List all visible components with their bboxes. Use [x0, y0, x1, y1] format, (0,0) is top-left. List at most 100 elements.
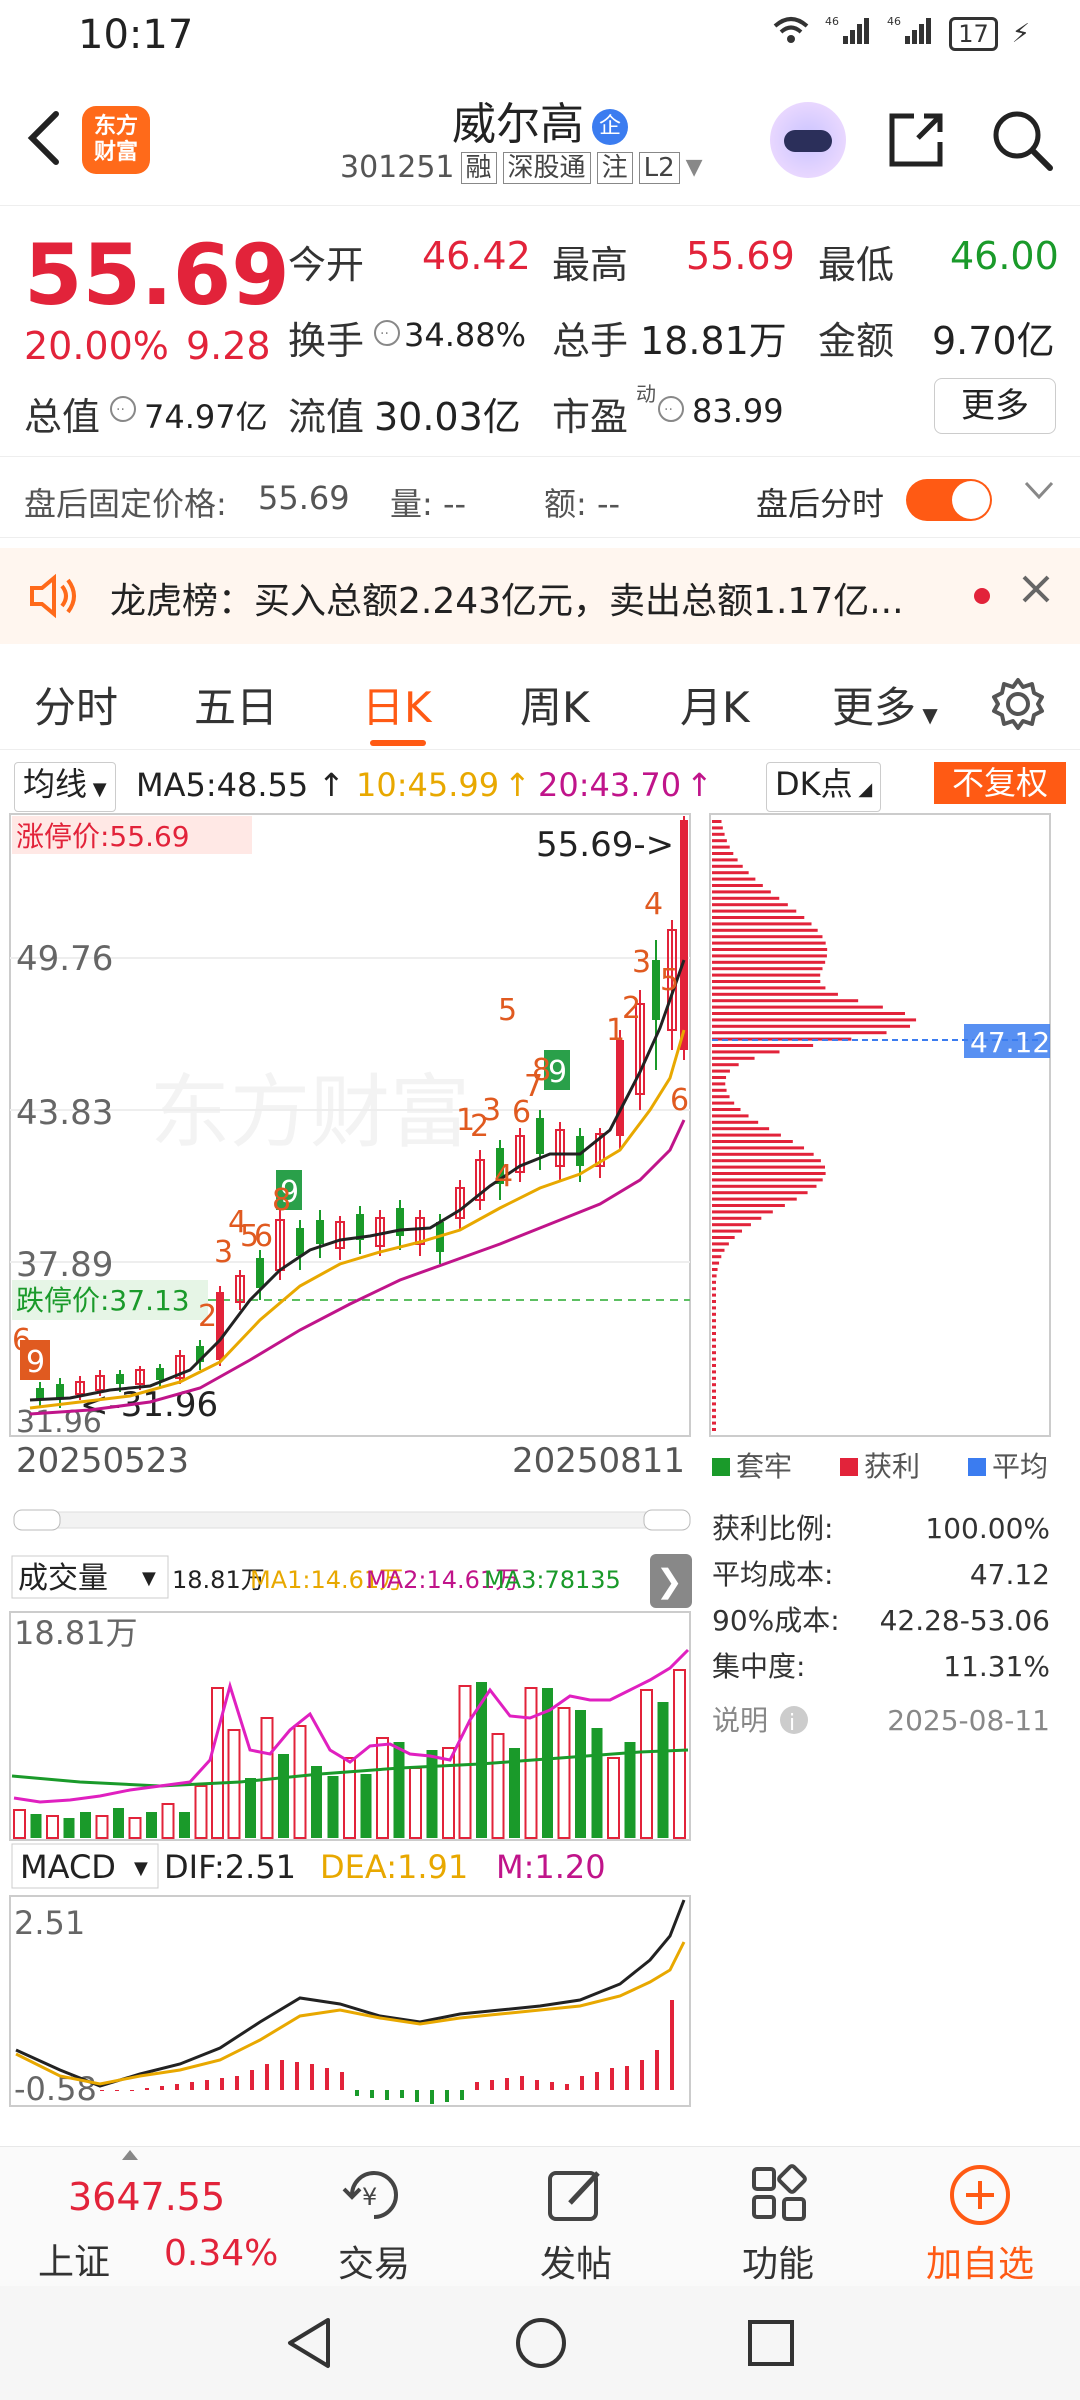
chart-area[interactable]: 东方财富 涨停价:55.69 49.76 43.83 37.89 跌停价:37.…	[0, 810, 1080, 2150]
post-icon[interactable]	[544, 2163, 608, 2231]
nav-trade[interactable]: 交易	[338, 2235, 410, 2287]
status-time: 10:17	[78, 12, 194, 58]
company-badge[interactable]: 企	[592, 109, 628, 145]
stock-name: 威尔高	[452, 99, 584, 150]
chip-bar	[712, 1300, 716, 1303]
nav-recents-icon[interactable]	[746, 2318, 796, 2372]
volume-bar	[640, 1689, 653, 1839]
info-icon[interactable]: ··	[108, 394, 138, 428]
nav-add-watchlist[interactable]: 加自选	[926, 2235, 1034, 2287]
tab-intraday[interactable]: 分时	[34, 674, 118, 735]
volume-bar	[128, 1817, 142, 1839]
chip-bar	[712, 1204, 785, 1207]
gear-icon[interactable]	[990, 676, 1046, 732]
ma-selector[interactable]: 均线 ▼	[14, 762, 116, 812]
volume-bar	[376, 1737, 389, 1839]
tag-level2[interactable]: L2	[638, 151, 680, 184]
adjustment-button[interactable]: 不复权	[934, 762, 1066, 804]
volume-bar	[80, 1812, 91, 1838]
tab-daily-k[interactable]: 日K	[362, 674, 432, 735]
chip-bar	[712, 1229, 743, 1233]
scroll-handle-right[interactable]	[643, 1509, 691, 1531]
chip-bar	[712, 1127, 770, 1131]
chip-bar	[712, 1082, 726, 1086]
chip-bar	[712, 960, 826, 964]
ma-bar: 均线 ▼ MA5:48.55 ↑ 10:45.99 ↑ 20:43.70 ↑ D…	[0, 758, 1080, 812]
change-amount: 9.28	[186, 324, 271, 368]
charging-icon: ⚡	[1011, 18, 1030, 49]
amount-value: 9.70亿	[932, 319, 1055, 363]
assistant-avatar[interactable]	[770, 102, 846, 178]
last-price: 55.69	[24, 226, 290, 324]
y-label-top: 49.76	[16, 939, 113, 979]
bottom-nav: 3647.55 上证 0.34% ¥ 交易 发帖 功能 加自选	[0, 2146, 1080, 2286]
svg-text:··: ··	[116, 402, 125, 418]
chip-bar	[712, 1319, 716, 1323]
macd-bar	[130, 2090, 134, 2091]
scroll-handle-left[interactable]	[13, 1509, 61, 1531]
notice-bar[interactable]: 龙虎榜：买入总额2.243亿元，卖出总额1.17亿...	[0, 548, 1080, 644]
macd-selector[interactable]: MACD	[20, 1848, 116, 1886]
nav-function[interactable]: 功能	[742, 2235, 814, 2287]
tag-margin: 融	[460, 151, 497, 184]
chip-bar	[712, 1101, 735, 1105]
info-icon[interactable]: ··	[372, 318, 402, 352]
tab-more[interactable]: 更多 ▼	[832, 674, 938, 735]
index-value[interactable]: 3647.55	[68, 2175, 225, 2219]
volume-selector[interactable]: 成交量	[18, 1561, 108, 1596]
index-name[interactable]: 上证	[38, 2233, 110, 2285]
chip-bar	[712, 1364, 716, 1367]
chip-bar	[712, 1408, 716, 1412]
chevron-down-icon[interactable]	[1022, 473, 1056, 515]
nav-back-icon[interactable]	[284, 2316, 334, 2374]
chip-bar	[712, 1210, 773, 1214]
tab-weekly-k[interactable]: 周K	[520, 674, 590, 735]
chip-bar	[712, 1415, 716, 1419]
volume-bar	[311, 1766, 322, 1838]
tag-note[interactable]: 注	[596, 151, 633, 184]
volume-bar	[161, 1803, 175, 1839]
chip-bar	[712, 1069, 730, 1073]
chevron-down-icon[interactable]: ▼	[686, 155, 703, 180]
index-pct[interactable]: 0.34%	[164, 2233, 278, 2274]
tag-connect: 深股通	[502, 151, 591, 184]
low-value: 46.00	[950, 234, 1059, 278]
chip-bar	[712, 1152, 814, 1156]
nav-post[interactable]: 发帖	[540, 2235, 612, 2287]
tab-monthly-k[interactable]: 月K	[680, 674, 750, 735]
info-icon[interactable]: ··	[656, 394, 686, 428]
dk-point-selector[interactable]: DK点 ◢	[766, 762, 882, 812]
chip-bar	[712, 1120, 759, 1124]
afterhours-toggle[interactable]	[906, 479, 992, 521]
svg-text:i: i	[789, 1711, 795, 1736]
chip-bar	[712, 1370, 716, 1374]
volume-bar	[458, 1685, 472, 1839]
macd-bar	[640, 2060, 644, 2090]
nav-home-icon[interactable]	[514, 2316, 568, 2374]
more-button[interactable]: 更多	[934, 378, 1056, 434]
tab-five-day[interactable]: 五日	[194, 674, 278, 735]
chip-bar	[712, 877, 756, 881]
chip-bar	[712, 1012, 906, 1015]
volume-bar	[624, 1742, 636, 1838]
chip-bar	[712, 871, 749, 875]
chart-scrollbar[interactable]	[13, 1511, 691, 1529]
chart-tabs: 分时 五日 日K 周K 月K 更多 ▼	[0, 660, 1080, 750]
macd-m: M:1.20	[496, 1848, 606, 1886]
afterhours-price-label: 盘后固定价格:	[24, 485, 227, 523]
add-watchlist-icon[interactable]	[946, 2161, 1014, 2233]
chip-note-label[interactable]: 说明	[712, 1704, 768, 1737]
system-nav	[0, 2286, 1080, 2400]
chip-bar	[712, 1146, 805, 1150]
chip-row-label: 获利比例:	[712, 1512, 833, 1545]
search-icon[interactable]	[990, 108, 1054, 172]
function-icon[interactable]	[748, 2163, 812, 2231]
chip-bar	[712, 1172, 826, 1175]
trade-icon[interactable]: ¥	[340, 2163, 408, 2231]
close-icon[interactable]	[1018, 568, 1054, 617]
chip-bar	[712, 1108, 741, 1111]
dk-marker: 3	[482, 1093, 501, 1128]
afterhours-price: 55.69	[258, 479, 350, 517]
dk-marker: 2	[622, 991, 641, 1026]
share-icon[interactable]	[886, 110, 946, 170]
